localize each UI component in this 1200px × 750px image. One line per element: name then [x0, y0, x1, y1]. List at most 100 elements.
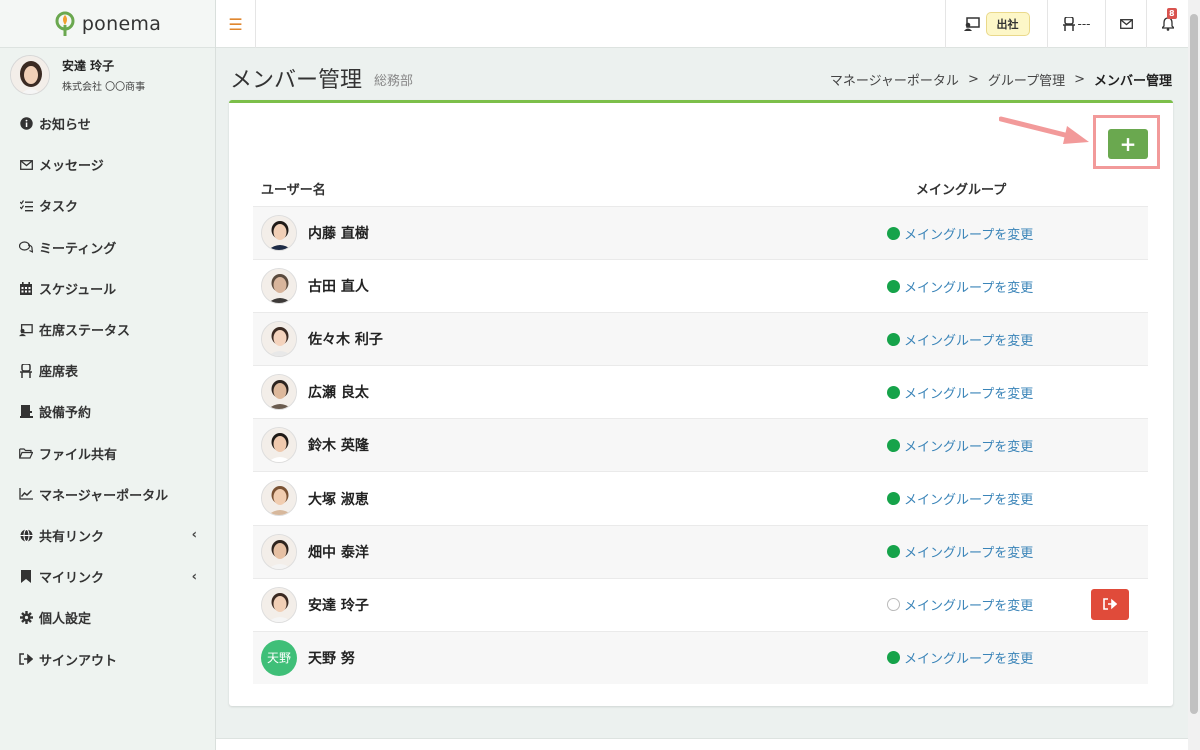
sidebar-item-label: 個人設定: [39, 612, 92, 628]
main-group-cell: メイングループを変更: [887, 648, 1033, 667]
sidebar-item-2[interactable]: タスク: [0, 185, 215, 226]
main-group-cell: メイングループを変更: [887, 383, 1033, 402]
hamburger-menu-icon[interactable]: ☰: [216, 0, 256, 48]
page-scrollbar[interactable]: [1188, 0, 1200, 750]
sidebar-menu: お知らせメッセージタスクミーティングスケジュール在席ステータス 座席表設備予約ファ…: [0, 103, 215, 680]
change-main-group-link[interactable]: メイングループを変更: [904, 224, 1033, 243]
chair-icon: [1062, 17, 1075, 31]
avatar: [10, 55, 50, 95]
chat-bubbles-icon: [19, 240, 33, 254]
presence-icon: [19, 323, 33, 337]
sidebar-item-7[interactable]: 設備予約: [0, 391, 215, 432]
sidebar-item-label: ファイル共有: [39, 447, 118, 463]
member-name: 大塚 淑恵: [308, 491, 369, 508]
avatar: [261, 215, 297, 251]
calendar-icon: [19, 281, 33, 295]
main-group-indicator-icon: [887, 545, 900, 559]
folder-icon: [19, 446, 33, 460]
sidebar-item-5[interactable]: 在席ステータス: [0, 309, 215, 350]
avatar: [261, 480, 297, 517]
main-group-cell: メイングループを変更: [887, 330, 1033, 349]
change-main-group-link[interactable]: メイングループを変更: [904, 330, 1033, 349]
sidebar-item-label: スケジュール: [39, 282, 117, 298]
info-icon: [19, 117, 33, 131]
member-name: 安達 玲子: [308, 597, 369, 614]
scrollbar-thumb[interactable]: [1190, 14, 1198, 714]
sidebar-item-6[interactable]: 座席表: [0, 350, 215, 391]
add-member-button[interactable]: +: [1108, 129, 1148, 159]
main-group-indicator-icon: [887, 492, 900, 506]
breadcrumb-separator: >: [1074, 72, 1085, 87]
table-row: 佐々木 利子 メイングループを変更: [253, 312, 1148, 366]
avatar-initials: 天野: [261, 639, 297, 676]
breadcrumb-separator: >: [967, 72, 979, 87]
table-row: 天野 天野 努 メイングループを変更: [253, 630, 1148, 684]
avatar: [261, 268, 297, 305]
change-main-group-link[interactable]: メイングループを変更: [904, 277, 1033, 296]
sidebar-item-label: お知らせ: [39, 118, 91, 134]
messages-button[interactable]: [1105, 0, 1146, 48]
chevron-left-icon[interactable]: ‹: [192, 569, 197, 584]
sidebar-item-label: 設備予約: [39, 406, 92, 422]
table-row: 鈴木 英隆 メイングループを変更: [253, 418, 1148, 472]
sidebar-item-12[interactable]: 個人設定: [0, 597, 215, 638]
member-name: 天野 努: [308, 650, 355, 667]
sidebar-item-label: マイリンク: [39, 571, 105, 587]
sidebar-item-13[interactable]: サインアウト: [0, 638, 215, 679]
app-logo[interactable]: ponema: [0, 0, 215, 48]
main-group-indicator-icon: [887, 651, 900, 665]
sidebar-item-11[interactable]: マイリンク ‹: [0, 556, 215, 597]
envelope-icon: [1119, 19, 1133, 29]
remove-member-button[interactable]: [1091, 588, 1129, 620]
change-main-group-link[interactable]: メイングループを変更: [904, 383, 1033, 402]
member-panel: + ユーザー名 メイングループ 内藤 直樹 メイングループを変更 古田 直人 メイング…: [229, 100, 1173, 706]
sidebar-item-label: タスク: [39, 200, 79, 216]
bell-icon: [1161, 17, 1174, 31]
sidebar-item-label: メッセージ: [39, 159, 104, 175]
change-main-group-link[interactable]: メイングループを変更: [904, 542, 1033, 561]
user-profile[interactable]: 安達 玲子 株式会社 〇〇商事: [0, 48, 215, 102]
main-group-indicator-icon: [887, 332, 900, 346]
change-main-group-link[interactable]: メイングループを変更: [904, 489, 1033, 508]
breadcrumb-link-manager-portal[interactable]: マネージャーポータル: [830, 70, 959, 89]
brand-name: ponema: [81, 12, 162, 35]
table-row: 古田 直人 メイングループを変更: [253, 259, 1148, 312]
annotation-arrow-icon: [999, 116, 1089, 144]
member-name: 佐々木 利子: [308, 332, 383, 349]
notifications-button[interactable]: 8: [1146, 0, 1188, 48]
sign-out-icon: [19, 652, 33, 666]
breadcrumb: マネージャーポータル > グループ管理 > メンバー管理: [830, 70, 1172, 89]
table-row: 内藤 直樹 メイングループを変更: [253, 206, 1148, 260]
sidebar-item-4[interactable]: スケジュール: [0, 268, 215, 309]
sidebar-item-3[interactable]: ミーティング: [0, 227, 215, 268]
page-subtitle: 総務部: [374, 74, 414, 89]
sidebar: ponema 安達 玲子 株式会社 〇〇商事 お知らせメッセージタスクミーティン…: [0, 0, 216, 750]
change-main-group-link[interactable]: メイングループを変更: [904, 595, 1033, 614]
breadcrumb-current: メンバー管理: [1093, 74, 1172, 89]
member-name: 鈴木 英隆: [308, 438, 369, 455]
page-title: メンバー管理: [230, 68, 363, 93]
main-group-indicator-icon: [887, 438, 900, 452]
table-row: 大塚 淑恵 メイングループを変更: [253, 471, 1148, 524]
member-name: 内藤 直樹: [308, 226, 369, 243]
table-row: 安達 玲子 メイングループを変更: [253, 577, 1148, 631]
change-main-group-link[interactable]: メイングループを変更: [904, 436, 1033, 455]
sidebar-item-10[interactable]: 共有リンク ‹: [0, 515, 215, 556]
gear-icon: [19, 611, 33, 625]
sidebar-item-1[interactable]: メッセージ: [0, 144, 215, 185]
change-main-group-link[interactable]: メイングループを変更: [904, 648, 1033, 667]
chevron-left-icon[interactable]: ‹: [192, 528, 197, 543]
breadcrumb-link-group-management[interactable]: グループ管理: [988, 70, 1065, 89]
avatar: [261, 321, 297, 358]
notification-count-badge: 8: [1167, 8, 1177, 19]
chart-icon: [19, 487, 33, 501]
attendance-status[interactable]: 出社: [945, 0, 1047, 48]
seat-status[interactable]: ---: [1047, 0, 1105, 48]
sidebar-item-label: サインアウト: [39, 653, 118, 669]
sidebar-item-8[interactable]: ファイル共有: [0, 433, 215, 474]
avatar: [261, 427, 297, 464]
sidebar-item-9[interactable]: マネージャーポータル: [0, 474, 215, 515]
sidebar-item-0[interactable]: お知らせ: [0, 103, 215, 144]
member-name: 古田 直人: [308, 279, 369, 296]
avatar: [261, 374, 297, 411]
